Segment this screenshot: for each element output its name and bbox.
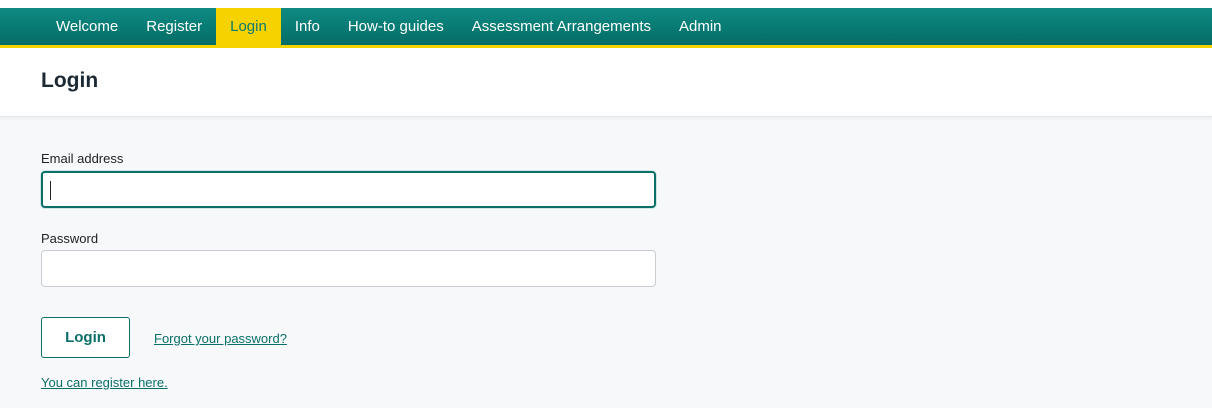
nav-item-welcome[interactable]: Welcome xyxy=(42,8,132,45)
nav-item-register[interactable]: Register xyxy=(132,8,216,45)
nav-item-how-to-guides[interactable]: How-to guides xyxy=(334,8,458,45)
nav-item-assessment-arrangements[interactable]: Assessment Arrangements xyxy=(458,8,665,45)
register-link[interactable]: You can register here. xyxy=(41,375,168,390)
forgot-password-link[interactable]: Forgot your password? xyxy=(154,331,287,346)
nav-item-login[interactable]: Login xyxy=(216,8,281,45)
text-caret xyxy=(50,181,51,200)
page-title: Login xyxy=(41,69,99,92)
password-input[interactable] xyxy=(41,250,656,287)
page-header: Login xyxy=(0,48,1212,117)
nav-item-admin[interactable]: Admin xyxy=(665,8,736,45)
main-navigation: Welcome Register Login Info How-to guide… xyxy=(0,8,1212,48)
password-label: Password xyxy=(41,231,99,246)
nav-list: Welcome Register Login Info How-to guide… xyxy=(42,8,736,45)
login-button[interactable]: Login xyxy=(41,317,130,358)
nav-item-info[interactable]: Info xyxy=(281,8,334,45)
top-strip xyxy=(0,0,1212,8)
email-label: Email address xyxy=(41,151,124,166)
email-input[interactable] xyxy=(41,171,656,208)
